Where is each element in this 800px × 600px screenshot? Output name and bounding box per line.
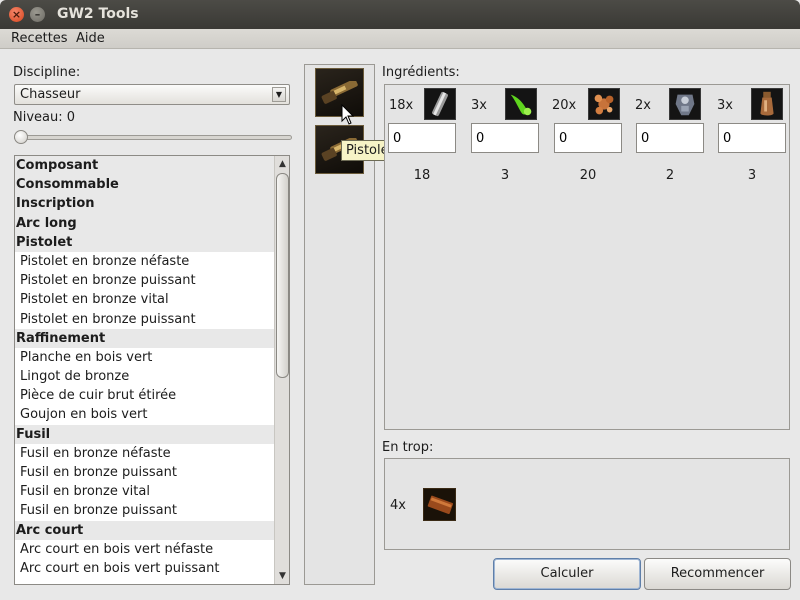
ingredient-owned-input[interactable] bbox=[718, 123, 786, 153]
recipe-item[interactable]: Planche en bois vert bbox=[15, 347, 289, 368]
ingredient-quantity: 18x bbox=[389, 98, 414, 113]
recipe-item[interactable]: Arc court en bois vert néfaste bbox=[15, 539, 289, 559]
ingredient-total: 20 bbox=[579, 168, 597, 183]
recipe-item[interactable]: Lingot de bronze bbox=[15, 367, 289, 387]
wood-plank-icon bbox=[423, 488, 456, 521]
ingredient-column: 20x 20 bbox=[552, 88, 624, 183]
close-window-button[interactable]: × bbox=[9, 7, 24, 22]
title-bar: × – GW2 Tools bbox=[0, 0, 800, 29]
green-sap-icon bbox=[505, 88, 537, 120]
recipe-category[interactable]: Composant bbox=[15, 156, 289, 176]
ingredient-total: 2 bbox=[665, 168, 675, 183]
ingredient-owned-input[interactable] bbox=[471, 123, 539, 153]
ingredient-quantity: 3x bbox=[717, 98, 733, 113]
ingredient-quantity: 20x bbox=[552, 98, 577, 113]
menu-bar: Recettes Aide bbox=[0, 29, 800, 49]
recipe-category[interactable]: Fusil bbox=[15, 424, 289, 444]
recipe-category[interactable]: Pistolet bbox=[15, 232, 289, 252]
ingredients-label: Ingrédients: bbox=[382, 65, 460, 80]
menu-recettes[interactable]: Recettes bbox=[11, 31, 68, 46]
ingredient-owned-input[interactable] bbox=[554, 123, 622, 153]
calculate-button[interactable]: Calculer bbox=[493, 558, 641, 590]
selected-recipe-slot[interactable] bbox=[315, 68, 364, 117]
recipe-category[interactable]: Inscription bbox=[15, 194, 289, 214]
recipe-item[interactable]: Pistolet en bronze puissant bbox=[15, 271, 289, 291]
recipe-item[interactable]: Pistolet en bronze néfaste bbox=[15, 251, 289, 272]
surplus-quantity: 4x bbox=[390, 498, 406, 513]
discipline-value: Chasseur bbox=[20, 87, 81, 102]
surplus-panel: 4x bbox=[384, 458, 790, 550]
menu-aide[interactable]: Aide bbox=[76, 31, 105, 46]
minimize-window-button[interactable]: – bbox=[30, 7, 45, 22]
chevron-down-icon[interactable]: ▼ bbox=[272, 87, 286, 102]
ingredient-column: 18x 18 bbox=[386, 88, 458, 183]
level-slider-thumb[interactable] bbox=[14, 130, 28, 144]
recipe-item[interactable]: Pistolet en bronze puissant bbox=[15, 309, 289, 329]
recipe-category[interactable]: Arc long bbox=[15, 213, 289, 233]
vial-icon bbox=[751, 88, 783, 120]
level-slider-track[interactable] bbox=[14, 135, 292, 140]
recipe-item[interactable]: Arc court en bois vert puissant bbox=[15, 558, 289, 579]
pistol-icon bbox=[321, 81, 358, 104]
recipe-item[interactable]: Fusil en bronze puissant bbox=[15, 463, 289, 483]
reset-button[interactable]: Recommencer bbox=[644, 558, 791, 590]
recipe-category[interactable]: Raffinement bbox=[15, 328, 289, 348]
scroll-down-icon[interactable]: ▼ bbox=[276, 569, 289, 583]
ingredient-total: 3 bbox=[747, 168, 757, 183]
recipe-category[interactable]: Consommable bbox=[15, 175, 289, 195]
discipline-select[interactable]: Chasseur ▼ bbox=[14, 84, 290, 105]
recipe-category[interactable]: Arc court bbox=[15, 520, 289, 540]
recipe-list-scrollbar[interactable]: ▲ ▼ bbox=[274, 156, 289, 584]
ingredient-owned-input[interactable] bbox=[388, 123, 456, 153]
recipe-list[interactable]: Composant Consommable Inscription Arc long P… bbox=[14, 155, 290, 585]
ingredient-quantity: 2x bbox=[635, 98, 651, 113]
recipe-item[interactable]: Fusil en bronze néfaste bbox=[15, 443, 289, 463]
window-title: GW2 Tools bbox=[57, 6, 139, 22]
ingredient-quantity: 3x bbox=[471, 98, 487, 113]
ingredient-column: 3x 3 bbox=[469, 88, 541, 183]
ingredient-total: 3 bbox=[500, 168, 510, 183]
recipe-item[interactable]: Pistolet en bronze vital bbox=[15, 290, 289, 310]
ingredient-owned-input[interactable] bbox=[636, 123, 704, 153]
recipe-item[interactable]: Fusil en bronze puissant bbox=[15, 501, 289, 521]
recipe-item[interactable]: Fusil en bronze vital bbox=[15, 482, 289, 502]
bronze-ingot-icon bbox=[424, 88, 456, 120]
recipe-item[interactable]: Goujon en bois vert bbox=[15, 405, 289, 425]
discipline-label: Discipline: bbox=[13, 65, 81, 80]
scrollbar-thumb[interactable] bbox=[276, 173, 289, 378]
armor-icon bbox=[669, 88, 701, 120]
recipe-item[interactable]: Pièce de cuir brut étirée bbox=[15, 386, 289, 406]
copper-ore-icon bbox=[588, 88, 620, 120]
scroll-up-icon[interactable]: ▲ bbox=[276, 157, 289, 171]
ingredient-total: 18 bbox=[413, 168, 431, 183]
ingredient-column: 2x 2 bbox=[634, 88, 706, 183]
ingredient-column: 3x 3 bbox=[716, 88, 788, 183]
mouse-cursor-icon bbox=[341, 104, 355, 125]
level-label: Niveau: 0 bbox=[13, 110, 76, 125]
surplus-label: En trop: bbox=[382, 440, 434, 455]
